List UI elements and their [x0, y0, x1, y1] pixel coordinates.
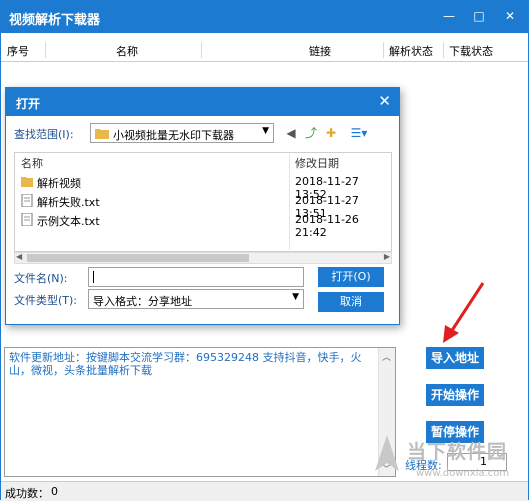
- chevron-down-icon: ▼: [262, 126, 269, 136]
- column-divider[interactable]: [201, 42, 202, 58]
- status-bar: 成功数： 0: [1, 481, 528, 501]
- close-window-button[interactable]: ✕: [495, 1, 525, 31]
- file-name: 示例文本.txt: [37, 215, 100, 228]
- cancel-button[interactable]: 取消: [318, 292, 384, 312]
- main-window: 视频解析下载器 — □ ✕ 序号 名称 链接 解析状态 下载状态 软件更新地址：…: [0, 0, 529, 501]
- import-address-button[interactable]: 导入地址: [426, 347, 484, 369]
- column-header-parse-status[interactable]: 解析状态: [389, 43, 433, 59]
- log-textarea[interactable]: 软件更新地址：按键脚本交流学习群：695329248 支持抖音，快手，火山，微视…: [4, 347, 396, 477]
- file-date: 2018-11-26 21:42: [295, 213, 359, 239]
- column-header-link[interactable]: 链接: [309, 43, 331, 59]
- maximize-button[interactable]: □: [464, 1, 494, 31]
- new-folder-icon[interactable]: ✚: [323, 125, 339, 141]
- minimize-button[interactable]: —: [434, 1, 464, 31]
- column-header-index[interactable]: 序号: [7, 43, 29, 59]
- text-cursor: [93, 271, 94, 283]
- column-header-download-status[interactable]: 下载状态: [449, 43, 493, 59]
- dialog-close-button[interactable]: ✕: [378, 92, 391, 110]
- scroll-right-icon[interactable]: ▶: [384, 252, 390, 261]
- start-button[interactable]: 开始操作: [426, 384, 484, 406]
- file-column-name[interactable]: 名称: [21, 155, 43, 171]
- filetype-label: 文件类型(T):: [14, 294, 78, 307]
- up-folder-icon[interactable]: ⤴: [303, 125, 319, 141]
- success-count-label: 成功数：: [5, 487, 49, 500]
- success-count-value: 0: [51, 485, 58, 498]
- back-icon[interactable]: ◀: [283, 125, 299, 141]
- open-button[interactable]: 打开(O): [318, 267, 384, 287]
- scroll-up-icon[interactable]: ︿: [382, 350, 391, 363]
- scroll-thumb[interactable]: [27, 254, 249, 262]
- file-list-hscrollbar[interactable]: ◀ ▶: [14, 252, 392, 264]
- file-row-0[interactable]: 解析视频 2018-11-27 13:52: [15, 173, 391, 201]
- file-name: 解析视频: [37, 177, 81, 190]
- look-in-dropdown[interactable]: 小视频批量无水印下载器 ▼: [90, 123, 274, 143]
- open-file-dialog: 打开 ✕ 查找范围(I): 小视频批量无水印下载器 ▼ ◀ ⤴ ✚ ☰▾ 名称 …: [5, 87, 400, 325]
- filename-label: 文件名(N):: [14, 272, 68, 285]
- app-title: 视频解析下载器: [9, 13, 101, 28]
- column-divider[interactable]: [45, 42, 46, 58]
- view-menu-icon[interactable]: ☰▾: [347, 125, 371, 141]
- file-list: 名称 修改日期 解析视频 2018-11-27 13:52 解析失败.txt 2…: [14, 152, 392, 252]
- column-divider[interactable]: [383, 42, 384, 58]
- look-in-label: 查找范围(I):: [14, 128, 74, 141]
- log-text: 软件更新地址：按键脚本交流学习群：695329248 支持抖音，快手，火山，微视…: [9, 351, 362, 377]
- dialog-title: 打开: [16, 97, 41, 111]
- watermark-brand: 当下软件园: [407, 441, 508, 463]
- watermark-url: www.downxia.com: [416, 468, 510, 479]
- column-divider[interactable]: [443, 42, 444, 58]
- text-file-icon: [21, 194, 33, 207]
- file-column-date[interactable]: 修改日期: [295, 155, 339, 171]
- file-row-2[interactable]: 示例文本.txt 2018-11-26 21:42: [15, 211, 391, 239]
- red-arrow-icon: [443, 282, 485, 343]
- file-row-1[interactable]: 解析失败.txt 2018-11-27 13:51: [15, 192, 391, 220]
- folder-icon: [21, 177, 33, 187]
- list-header: 序号 名称 链接 解析状态 下载状态: [1, 39, 528, 62]
- look-in-value: 小视频批量无水印下载器: [113, 129, 234, 142]
- watermark-logo-icon: [373, 433, 401, 473]
- folder-icon: [95, 129, 109, 139]
- dialog-title-bar: 打开 ✕: [6, 88, 399, 116]
- filetype-dropdown[interactable]: 导入格式：分享地址 ▼: [88, 289, 304, 309]
- chevron-down-icon: ▼: [292, 292, 299, 302]
- title-bar: 视频解析下载器 — □ ✕: [1, 1, 528, 33]
- filetype-value: 导入格式：分享地址: [93, 295, 192, 308]
- filename-input[interactable]: [88, 267, 304, 287]
- column-header-name[interactable]: 名称: [116, 43, 138, 59]
- scroll-left-icon[interactable]: ◀: [16, 252, 22, 261]
- file-name: 解析失败.txt: [37, 196, 100, 209]
- text-file-icon: [21, 213, 33, 226]
